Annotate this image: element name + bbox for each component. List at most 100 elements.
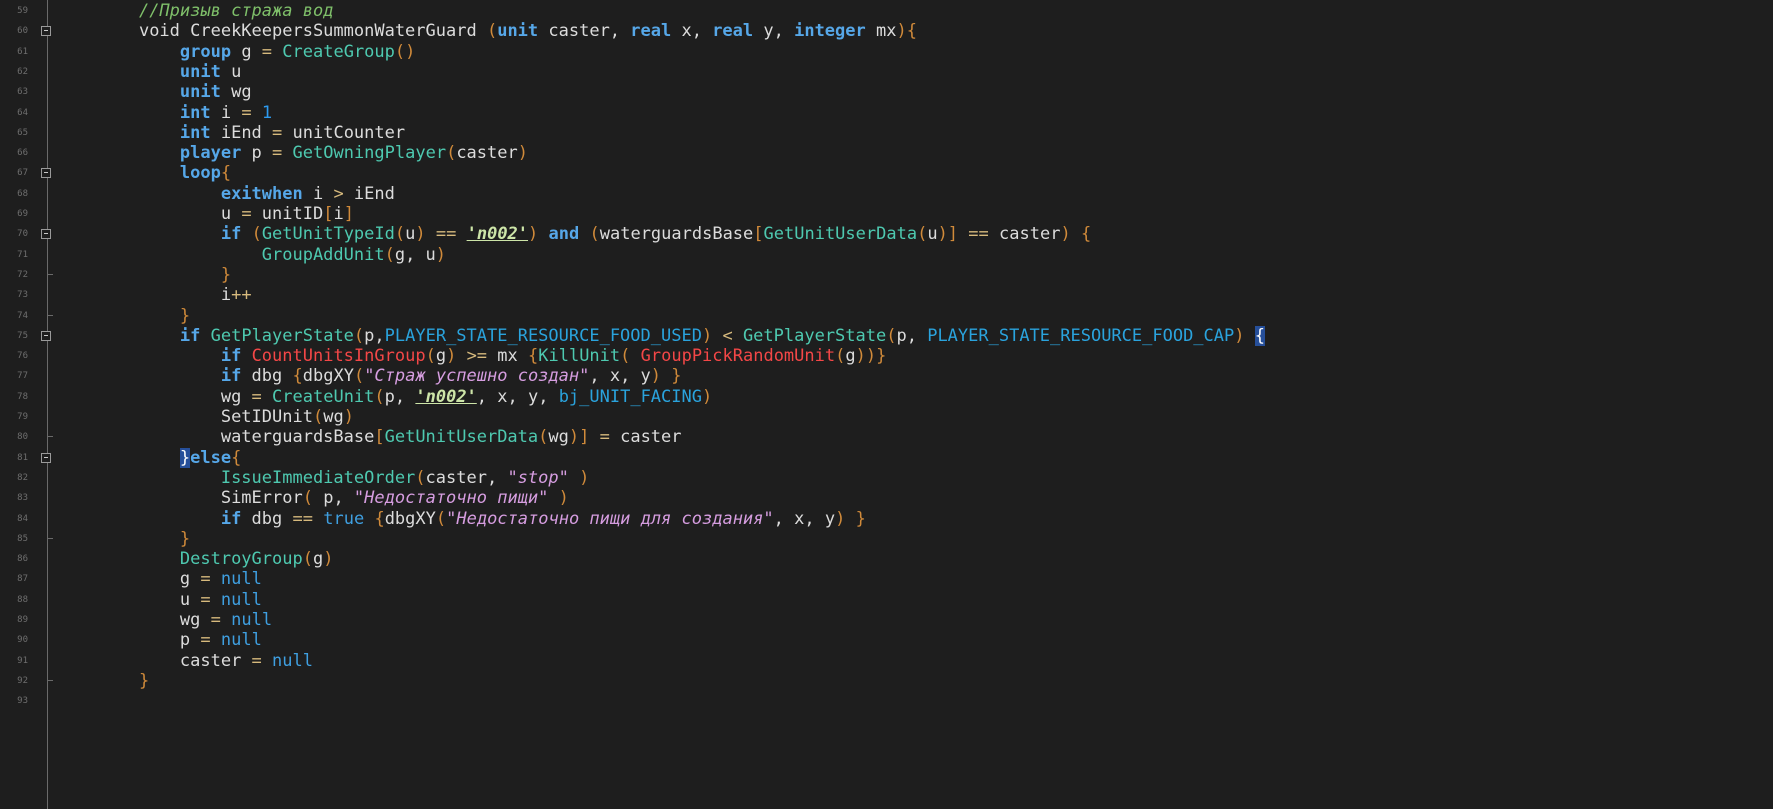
code-token: ( <box>425 346 436 367</box>
code-token: KillUnit <box>538 346 621 367</box>
code-token: ) <box>1060 224 1071 245</box>
fold-end-marker <box>47 436 53 438</box>
code-token: g <box>435 346 447 367</box>
code-token: wg <box>220 82 252 103</box>
code-token: { <box>231 447 242 468</box>
code-token: mx <box>865 21 897 42</box>
code-token: 'n002' <box>415 386 477 407</box>
code-token: "Недостаточно пищи" <box>353 488 549 509</box>
code-token: GetUnitUserData <box>763 224 918 245</box>
code-token: GroupAddUnit <box>261 244 385 265</box>
code-token: dbg <box>241 366 293 387</box>
code-token: = <box>272 143 283 164</box>
fold-collapse-icon[interactable] <box>41 452 51 463</box>
code-token: ( <box>538 427 549 448</box>
code-token: null <box>220 569 262 590</box>
code-token: ( <box>302 549 313 570</box>
code-token: [ <box>374 427 385 448</box>
fold-end-marker <box>47 273 53 275</box>
code-token: p, <box>312 488 354 509</box>
fold-collapse-icon[interactable] <box>41 168 51 179</box>
code-token: ) <box>343 407 354 427</box>
code-token: ) <box>701 325 713 346</box>
code-token: caster <box>988 224 1061 245</box>
code-token: unit <box>179 61 221 82</box>
code-token: i <box>210 102 242 123</box>
code-token: //Призыв стража вод <box>138 1 334 21</box>
code-token: ) <box>1234 325 1245 346</box>
code-token: } <box>179 447 191 468</box>
code-token: waterguardsBase <box>220 427 375 448</box>
code-token: null <box>272 650 313 671</box>
code-token: wg <box>323 407 344 427</box>
code-line[interactable]: 93 <box>0 690 1773 713</box>
code-token: ( <box>435 508 447 529</box>
code-token: wg <box>220 386 252 407</box>
fold-collapse-icon[interactable] <box>41 229 51 240</box>
code-token: ( <box>384 244 395 265</box>
code-token: mx <box>487 346 528 367</box>
code-token: exitwhen <box>220 183 303 204</box>
code-token: GroupPickRandomUnit <box>640 346 836 367</box>
code-token: g <box>231 41 262 62</box>
code-token: if <box>220 508 242 529</box>
code-token: } <box>220 264 232 285</box>
code-token: IssueImmediateOrder <box>220 467 416 488</box>
code-token: u <box>179 589 201 610</box>
code-token: caster <box>609 427 682 448</box>
code-token: ) <box>446 346 457 367</box>
code-token: "Недостаточно пищи для создания" <box>446 508 774 529</box>
code-token: ( <box>835 346 846 367</box>
code-token: ( <box>312 407 324 427</box>
fold-collapse-icon[interactable] <box>41 26 51 37</box>
code-token: if <box>179 325 201 346</box>
code-token: and <box>548 224 580 245</box>
code-token: GetUnitTypeId <box>261 224 395 245</box>
code-token: < <box>722 325 733 346</box>
code-token: = <box>251 650 262 671</box>
code-token: iEnd <box>343 183 395 204</box>
code-token: caster, <box>538 21 631 42</box>
code-token: caster <box>179 650 252 671</box>
code-editor[interactable]: 59 //Призыв стража вод 60 void CreekKeepe… <box>0 0 1773 809</box>
code-token: group <box>179 41 232 62</box>
code-token: { <box>292 366 303 387</box>
code-token: if <box>220 224 242 245</box>
code-token: true <box>323 508 365 529</box>
code-token: unit <box>497 21 539 42</box>
code-token: integer <box>794 21 866 42</box>
code-token: bj_UNIT_FACING <box>558 386 702 407</box>
code-token: null <box>220 589 262 610</box>
fold-collapse-icon[interactable] <box>41 330 51 341</box>
fold-end-marker <box>47 679 53 681</box>
code-token: ) <box>323 549 334 570</box>
code-token: ) <box>835 508 846 529</box>
code-token: unitID <box>251 204 324 224</box>
code-token: g, u <box>394 244 436 265</box>
